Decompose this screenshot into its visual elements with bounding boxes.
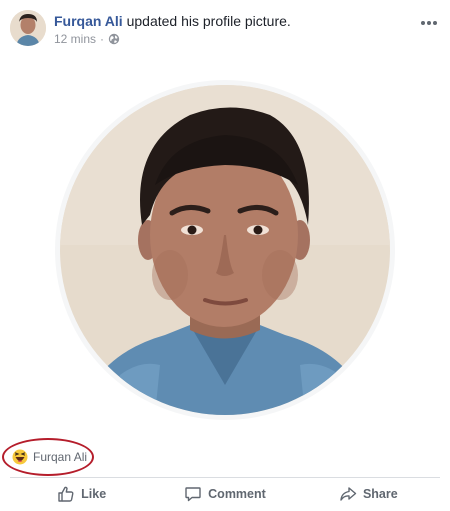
post-title-line: Furqan Ali updated his profile picture. — [54, 12, 291, 30]
profile-picture-post: Furqan Ali updated his profile picture. … — [0, 0, 450, 511]
reactor-name-link[interactable]: Furqan Ali — [33, 450, 87, 464]
haha-reaction-icon — [12, 449, 28, 465]
comment-label: Comment — [208, 487, 266, 501]
profile-photo[interactable] — [60, 85, 390, 415]
post-action-text: updated his profile picture. — [126, 13, 291, 29]
like-label: Like — [81, 487, 107, 501]
share-label: Share — [362, 487, 398, 501]
profile-photo-image — [60, 85, 390, 415]
post-timestamp[interactable]: 12 mins — [54, 31, 96, 47]
like-button[interactable]: Like — [10, 480, 153, 508]
post-action-bar: Like Comment Share — [10, 480, 440, 508]
post-meta: 12 mins · — [54, 31, 120, 47]
thumbs-up-icon — [58, 486, 74, 502]
more-options-icon[interactable] — [420, 14, 438, 25]
meta-separator: · — [100, 32, 105, 46]
comment-button[interactable]: Comment — [153, 480, 296, 508]
comment-icon — [185, 487, 201, 502]
action-bar-divider — [10, 477, 440, 478]
globe-icon[interactable] — [108, 33, 120, 45]
author-name-link[interactable]: Furqan Ali — [54, 13, 123, 29]
profile-photo-frame — [55, 80, 395, 420]
author-avatar[interactable] — [10, 10, 46, 46]
avatar-image — [10, 10, 46, 46]
reactions-summary[interactable]: Furqan Ali — [6, 442, 87, 472]
post-header: Furqan Ali updated his profile picture. … — [10, 10, 440, 50]
share-button[interactable]: Share — [297, 480, 440, 508]
share-icon — [340, 487, 357, 501]
